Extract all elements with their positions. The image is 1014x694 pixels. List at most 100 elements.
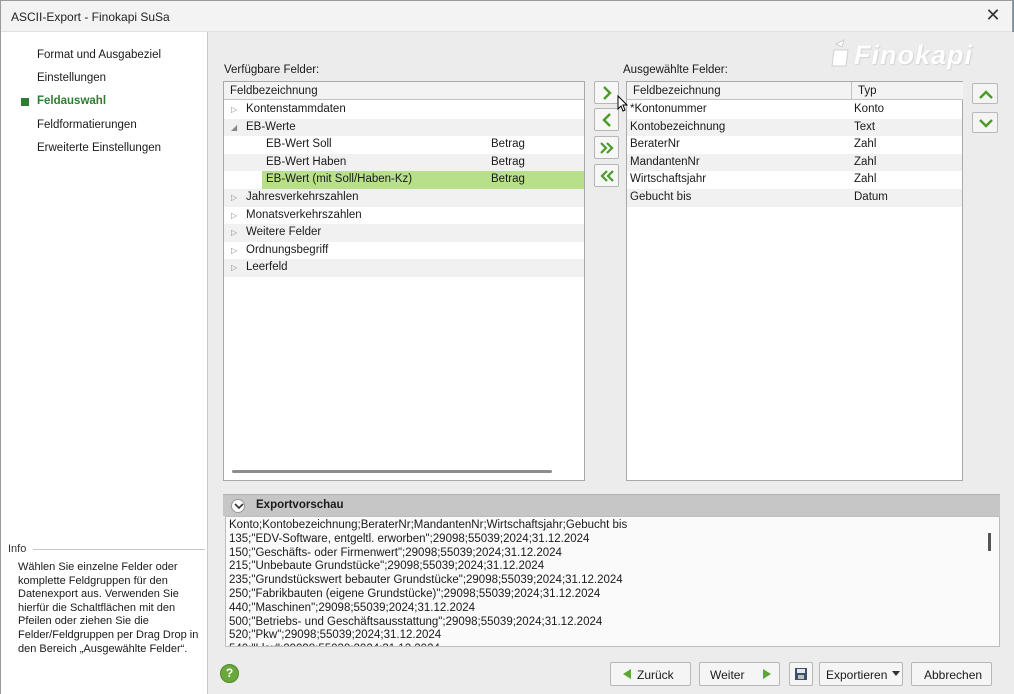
info-text: Wählen Sie einzelne Felder oder komplett… <box>18 561 199 655</box>
horizontal-scrollbar[interactable] <box>232 470 552 473</box>
field-name: Leerfeld <box>246 261 288 274</box>
tree-row[interactable]: ▷ Jahresverkehrszahlen <box>224 189 584 207</box>
collapsed-arrow-icon[interactable]: ▷ <box>231 207 241 225</box>
tree-row[interactable]: EB-Wert Soll Betrag <box>224 136 584 154</box>
field-type: Zahl <box>854 173 877 186</box>
column-header-typ[interactable]: Typ <box>851 82 963 100</box>
wizard-step[interactable]: Feldformatierungen <box>37 119 137 131</box>
preview-line: Konto;Kontobezeichnung;BeraterNr;Mandant… <box>229 519 628 531</box>
move-up-button[interactable] <box>972 83 998 104</box>
double-chevron-left-icon <box>600 170 614 182</box>
collapsed-arrow-icon[interactable]: ▷ <box>231 224 241 242</box>
wizard-step[interactable]: Erweiterte Einstellungen <box>37 142 161 154</box>
field-type: Betrag <box>491 138 525 151</box>
vertical-scrollbar[interactable] <box>988 533 991 551</box>
tree-row[interactable]: ▷ Leerfeld <box>224 259 584 277</box>
selected-field-row[interactable]: *Kontonummer Konto <box>627 101 962 119</box>
available-fields-tree[interactable]: Feldbezeichnung ▷ Kontenstammdaten ◢ EB-Wer… <box>223 81 585 481</box>
cancel-button[interactable]: Abbrechen <box>911 662 992 686</box>
preview-line: 250;"Fabrikbauten (eigene Grundstücke)";… <box>229 587 601 600</box>
info-group: Info <box>5 543 205 555</box>
move-down-button[interactable] <box>972 112 998 133</box>
field-name: Wirtschaftsjahr <box>630 173 707 186</box>
add-field-button[interactable] <box>594 81 619 104</box>
remove-field-button[interactable] <box>594 108 619 131</box>
selected-fields-label: Ausgewählte Felder: <box>623 64 728 76</box>
next-label: Weiter <box>710 668 745 682</box>
collapsed-arrow-icon[interactable]: ▷ <box>231 242 241 260</box>
collapsed-arrow-icon[interactable]: ▷ <box>231 101 241 119</box>
tree-row[interactable]: ▷ Ordnungsbegriff <box>224 242 584 260</box>
tree-row[interactable]: ▷ Kontenstammdaten <box>224 101 584 119</box>
chevron-right-icon <box>603 86 612 100</box>
wizard-step[interactable]: Format und Ausgabeziel <box>37 49 161 61</box>
close-icon[interactable]: ✕ <box>984 6 1002 24</box>
brand-logo: Finokapi <box>854 40 974 70</box>
wizard-sidebar: Format und Ausgabeziel Einstellungen Felda… <box>1 32 208 694</box>
export-preview-text[interactable]: Konto;Kontobezeichnung;BeraterNr;Mandant… <box>225 516 1000 647</box>
add-all-fields-button[interactable] <box>594 136 619 159</box>
chevron-down-icon <box>979 119 993 128</box>
tree-row[interactable]: EB-Wert Haben Betrag <box>224 153 584 172</box>
field-type: Datum <box>854 191 888 203</box>
field-name: Jahresverkehrszahlen <box>246 191 359 203</box>
field-type: Zahl <box>854 138 877 151</box>
field-name: EB-Wert (mit Soll/Haben-Kz) <box>266 173 413 186</box>
chevron-down-icon <box>234 503 244 510</box>
wizard-step[interactable]: Feldauswahl <box>37 95 106 107</box>
field-name: Kontobezeichnung <box>630 120 726 133</box>
selected-field-row[interactable]: MandantenNr Zahl <box>627 153 962 172</box>
export-dialog: ASCII-Export - Finokapi SuSa ✕ Format un… <box>0 0 1014 694</box>
field-type: Text <box>854 120 876 133</box>
preview-line: 520;"Pkw";29098;55039;2024;31.12.2024 <box>229 629 442 642</box>
window-title: ASCII-Export - Finokapi SuSa <box>11 10 170 24</box>
available-fields-label: Verfügbare Felder: <box>224 64 320 76</box>
tree-row[interactable]: ▷ Weitere Felder <box>224 224 584 242</box>
collapsed-arrow-icon[interactable]: ▷ <box>231 259 241 277</box>
tree-row[interactable]: ▷ Monatsverkehrszahlen <box>224 207 584 225</box>
tree-row[interactable]: EB-Wert (mit Soll/Haben-Kz) Betrag <box>262 171 584 189</box>
field-type: Betrag <box>491 173 525 186</box>
selected-field-row[interactable]: BeraterNr Zahl <box>627 136 962 154</box>
field-name: Gebucht bis <box>630 191 692 203</box>
selected-fields-list[interactable]: Feldbezeichnung Typ *Kontonummer Konto Kon… <box>626 81 963 481</box>
preview-line: 150;"Geschäfts- oder Firmenwert";29098;5… <box>229 546 562 559</box>
remove-all-fields-button[interactable] <box>594 164 619 187</box>
field-name: Weitere Felder <box>246 226 322 239</box>
active-step-marker <box>21 98 29 106</box>
preview-line: 440;"Maschinen";29098;55039;2024;31.12.2… <box>229 601 476 614</box>
collapsed-arrow-icon[interactable]: ▷ <box>231 189 241 207</box>
field-name: EB-Werte <box>246 120 296 133</box>
collapse-preview-button[interactable] <box>231 499 245 513</box>
save-button[interactable] <box>789 662 813 686</box>
selected-field-row[interactable]: Gebucht bis Datum <box>627 189 962 207</box>
info-label: Info <box>8 543 29 555</box>
column-header-feldbezeichnung[interactable]: Feldbezeichnung <box>627 82 851 100</box>
field-name: BeraterNr <box>630 138 680 151</box>
preview-line: 500;"Betriebs- und Geschäftsausstattung"… <box>229 615 603 628</box>
preview-line: 135;"EDV-Software, entgeltl. erworben";2… <box>229 532 590 545</box>
tree-row[interactable]: ◢ EB-Werte <box>224 118 584 137</box>
selected-field-row[interactable]: Wirtschaftsjahr Zahl <box>627 171 962 189</box>
back-label: Zurück <box>637 668 674 682</box>
double-chevron-right-icon <box>600 142 614 154</box>
chevron-up-icon <box>979 90 993 99</box>
triangle-right-icon <box>763 669 771 679</box>
main-area: Finokapi Verfügbare Felder: Ausgewählte … <box>208 32 1014 694</box>
export-preview-header[interactable]: Exportvorschau <box>223 494 1000 516</box>
field-name: EB-Wert Soll <box>266 138 332 151</box>
selected-field-row[interactable]: Kontobezeichnung Text <box>627 118 962 137</box>
export-preview-title: Exportvorschau <box>256 499 344 511</box>
wizard-step[interactable]: Einstellungen <box>37 72 106 84</box>
back-button[interactable]: Zurück <box>610 662 691 686</box>
next-button[interactable]: Weiter <box>699 662 780 686</box>
title-bar: ASCII-Export - Finokapi SuSa ✕ <box>1 1 1012 32</box>
field-type: Zahl <box>854 155 877 168</box>
column-header-feldbezeichnung[interactable]: Feldbezeichnung <box>224 82 584 100</box>
field-name: Ordnungsbegriff <box>246 243 329 256</box>
export-dropdown-button[interactable]: Exportieren <box>819 662 903 686</box>
help-button[interactable]: ? <box>220 664 239 683</box>
expanded-arrow-icon[interactable]: ◢ <box>231 119 241 137</box>
field-type: Konto <box>854 103 885 115</box>
mouse-cursor-icon <box>617 95 629 112</box>
